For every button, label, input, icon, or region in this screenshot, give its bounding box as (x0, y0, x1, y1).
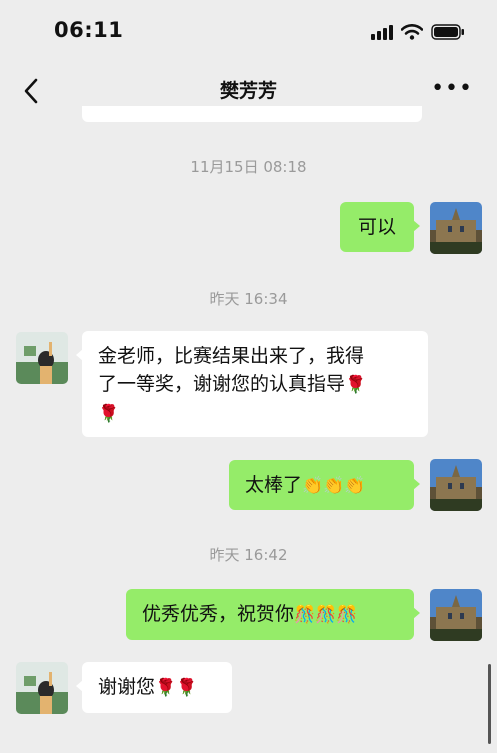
timestamp: 昨天 16:42 (209, 546, 288, 564)
message-text: 太棒了 (245, 474, 303, 496)
contact-avatar[interactable] (16, 332, 68, 384)
status-icons (371, 24, 465, 40)
contact-avatar[interactable] (16, 662, 68, 714)
message-text-line: 金老师，比赛结果出来了，我得 (98, 345, 365, 367)
my-avatar[interactable] (430, 589, 482, 641)
message-bubble-in[interactable]: 谢谢您🌹🌹 (76, 662, 232, 713)
message-text: 优秀优秀，祝贺你 (142, 603, 295, 625)
status-bar: 06:11 (0, 0, 497, 66)
my-avatar[interactable] (430, 202, 482, 254)
message-text-line: 了一等奖，谢谢您的认真指导 (98, 373, 346, 395)
confetti-emoji: 🎊🎊🎊 (294, 605, 358, 625)
message-bubble-out[interactable]: 太棒了👏👏👏 (229, 460, 420, 510)
signal-icon (371, 24, 393, 40)
rose-emoji: 🌹 (98, 404, 120, 424)
my-avatar[interactable] (430, 459, 482, 511)
message-text: 可以 (358, 216, 397, 238)
battery-icon (431, 24, 464, 40)
clapping-hands-emoji: 👏👏👏 (302, 476, 366, 496)
message-text: 谢谢您 (98, 676, 156, 698)
message-bubble-out[interactable]: 可以 (340, 202, 420, 252)
scroll-indicator[interactable] (488, 664, 491, 744)
timestamp: 11月15日 08:18 (190, 158, 307, 176)
rose-emoji: 🌹 (345, 375, 367, 395)
message-bubble-out[interactable]: 优秀优秀，祝贺你🎊🎊🎊 (126, 589, 420, 640)
previous-message-bubble (82, 106, 422, 122)
more-button[interactable]: ••• (431, 76, 473, 101)
timestamp: 昨天 16:34 (209, 290, 288, 308)
status-time: 06:11 (54, 18, 124, 42)
message-bubble-in[interactable]: 金老师，比赛结果出来了，我得 了一等奖，谢谢您的认真指导🌹 🌹 (76, 331, 428, 437)
wifi-icon (401, 24, 423, 40)
chat-title: 樊芳芳 (219, 80, 277, 102)
rose-emoji: 🌹🌹 (155, 678, 198, 698)
